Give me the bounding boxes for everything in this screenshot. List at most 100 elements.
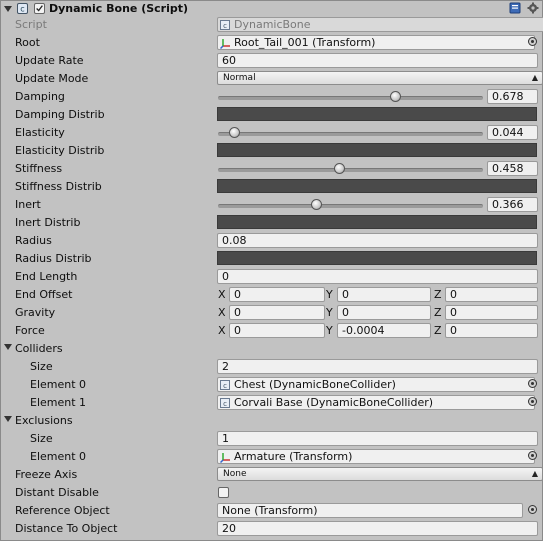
axis-y-label: Y [326,324,333,337]
reference-object-label: Reference Object [15,504,110,517]
force-x-input[interactable]: 0 [229,323,325,338]
stiffness-distrib-label: Stiffness Distrib [15,180,102,193]
gravity-z-input[interactable]: 0 [445,305,538,320]
reference-object-field[interactable]: None (Transform) [217,503,523,518]
update-mode-dropdown[interactable]: Normal ▲︎ [217,71,543,85]
inert-slider-thumb[interactable] [310,199,322,210]
colliders-element0-label: Element 0 [30,378,87,391]
svg-text:c: c [223,22,227,30]
colliders-element0-picker-icon[interactable] [528,379,537,388]
exclusions-foldout-icon[interactable] [4,416,12,422]
script-file-icon: c [220,380,230,390]
row-end-length: End Length 0 [0,268,543,286]
end-offset-x-input[interactable]: 0 [229,287,325,302]
damping-input[interactable]: 0.678 [487,89,538,104]
row-gravity: Gravity X 0 Y 0 Z 0 [0,304,543,322]
force-y-input[interactable]: -0.0004 [337,323,431,338]
freeze-axis-label: Freeze Axis [15,468,78,481]
inert-input[interactable]: 0.366 [487,197,538,212]
row-colliders-element0: Element 0 Chest (DynamicBoneCollider) c [0,376,543,394]
root-picker-icon[interactable] [528,37,537,46]
colliders-size-input[interactable]: 2 [217,359,538,374]
force-z-input[interactable]: 0 [445,323,538,338]
freeze-axis-dropdown[interactable]: None ▲︎ [217,467,543,481]
row-script: Script DynamicBone c [0,16,543,34]
exclusions-label: Exclusions [15,414,73,427]
distant-disable-checkbox[interactable] [218,487,229,498]
svg-text:c: c [20,5,24,14]
update-mode-label: Update Mode [15,72,89,85]
dropdown-arrows-icon: ▲︎ [531,73,538,82]
axis-z-label: Z [434,306,442,319]
colliders-element1-label: Element 1 [30,396,87,409]
root-object-field[interactable]: Root_Tail_001 (Transform) [217,35,535,50]
stiffness-slider-thumb[interactable] [334,163,346,174]
colliders-size-label: Size [30,360,53,373]
colliders-element1-value: Corvali Base (DynamicBoneCollider) [234,396,434,409]
exclusions-size-label: Size [30,432,53,445]
foldout-arrow-icon[interactable] [4,6,12,12]
end-length-input[interactable]: 0 [217,269,538,284]
elasticity-slider-thumb[interactable] [229,127,241,138]
stiffness-input[interactable]: 0.458 [487,161,538,176]
root-value: Root_Tail_001 (Transform) [234,36,376,49]
elasticity-slider-track[interactable] [218,132,483,136]
root-label: Root [15,36,40,49]
row-update-mode: Update Mode Normal ▲︎ [0,70,543,88]
distant-disable-label: Distant Disable [15,486,99,499]
row-exclusions[interactable]: Exclusions [0,412,543,430]
radius-input[interactable]: 0.08 [217,233,538,248]
colliders-element0-field[interactable]: Chest (DynamicBoneCollider) [217,377,535,392]
distance-to-object-input[interactable]: 20 [217,521,538,536]
script-value: DynamicBone [234,18,311,31]
radius-distrib-curve[interactable] [217,251,537,265]
damping-slider-thumb[interactable] [390,91,402,102]
component-title: Dynamic Bone (Script) [49,2,189,15]
exclusions-element0-picker-icon[interactable] [528,451,537,460]
colliders-element1-picker-icon[interactable] [528,397,537,406]
end-offset-y-input[interactable]: 0 [337,287,431,302]
axis-y-label: Y [326,306,333,319]
row-colliders[interactable]: Colliders [0,340,543,358]
damping-slider-track[interactable] [218,96,483,100]
svg-text:c: c [223,400,227,408]
colliders-foldout-icon[interactable] [4,344,12,350]
update-rate-input[interactable]: 60 [217,53,538,68]
gravity-x-input[interactable]: 0 [229,305,325,320]
checkmark-icon [36,5,43,12]
axis-y-label: Y [326,288,333,301]
elasticity-input[interactable]: 0.044 [487,125,538,140]
row-inert-distrib: Inert Distrib [0,214,543,232]
radius-label: Radius [15,234,52,247]
component-enabled-checkbox[interactable] [34,3,45,14]
damping-distrib-curve[interactable] [217,107,537,121]
reference-object-value: None (Transform) [222,504,318,517]
gear-icon[interactable] [527,2,539,14]
row-stiffness: Stiffness 0.458 [0,160,543,178]
stiffness-slider-track[interactable] [218,168,483,172]
damping-label: Damping [15,90,65,103]
row-exclusions-size: Size 1 [0,430,543,448]
row-radius-distrib: Radius Distrib [0,250,543,268]
row-distance-to-object: Distance To Object 20 [0,520,543,538]
exclusions-size-input[interactable]: 1 [217,431,538,446]
script-file-icon: c [220,20,230,30]
row-reference-object: Reference Object None (Transform) [0,502,543,520]
elasticity-distrib-curve[interactable] [217,143,537,157]
inert-slider-track[interactable] [218,204,483,208]
row-distant-disable: Distant Disable [0,484,543,502]
inert-label: Inert [15,198,41,211]
stiffness-distrib-curve[interactable] [217,179,537,193]
row-inert: Inert 0.366 [0,196,543,214]
end-offset-z-input[interactable]: 0 [445,287,538,302]
exclusions-element0-field[interactable]: Armature (Transform) [217,449,535,464]
inert-distrib-curve[interactable] [217,215,537,229]
gravity-y-input[interactable]: 0 [337,305,431,320]
colliders-element1-field[interactable]: Corvali Base (DynamicBoneCollider) [217,395,535,410]
help-book-icon[interactable] [509,2,521,14]
update-rate-label: Update Rate [15,54,84,67]
stiffness-label: Stiffness [15,162,63,175]
dropdown-arrows-icon: ▲︎ [531,469,538,478]
reference-object-picker-icon[interactable] [528,505,537,514]
axis-x-label: X [218,324,226,337]
